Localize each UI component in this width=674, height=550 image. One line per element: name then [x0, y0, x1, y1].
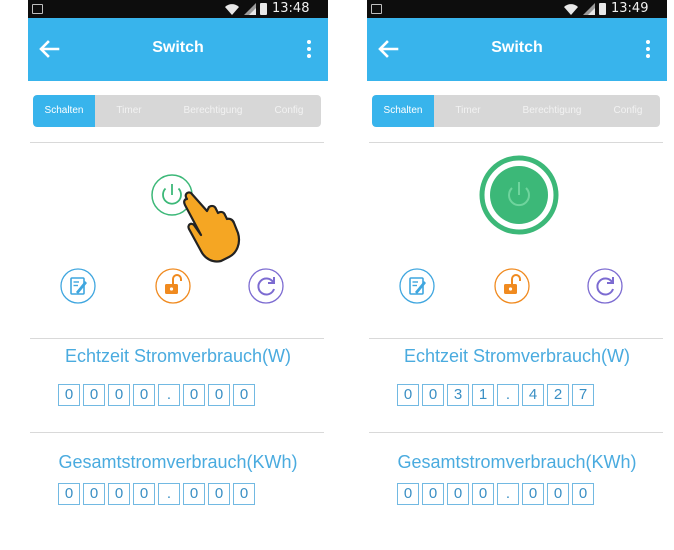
signal-icon [583, 3, 595, 15]
unlock-icon[interactable] [493, 267, 531, 305]
tab-timer[interactable]: Timer [434, 95, 502, 127]
digit-cell: 0 [83, 483, 105, 505]
digit-cell: 0 [522, 483, 544, 505]
more-vert-icon[interactable] [645, 40, 651, 60]
divider [369, 432, 663, 433]
digit-cell: 2 [547, 384, 569, 406]
battery-icon [599, 3, 606, 15]
digit-cell: 0 [83, 384, 105, 406]
tab-berechtigung[interactable]: Berechtigung [518, 95, 586, 127]
total-digits: 0 0 0 0 . 0 0 0 [397, 483, 637, 505]
battery-icon [260, 3, 267, 15]
wifi-icon [564, 4, 578, 15]
digit-cell: 0 [233, 483, 255, 505]
digit-cell: 0 [133, 483, 155, 505]
digit-cell: 0 [447, 483, 469, 505]
status-time: 13:48 [272, 1, 310, 16]
tab-config[interactable]: Config [257, 95, 321, 127]
realtime-digits: 0 0 3 1 . 4 2 7 [397, 384, 637, 406]
page-title: Switch [152, 39, 204, 56]
tap-hand-icon [183, 191, 241, 263]
realtime-digits: 0 0 0 0 . 0 0 0 [58, 384, 298, 406]
decimal-point-cell: . [158, 384, 180, 406]
divider [30, 338, 324, 339]
digit-cell: 0 [422, 483, 444, 505]
status-bar: 13:49 [367, 0, 667, 18]
digit-cell: 1 [472, 384, 494, 406]
tab-berechtigung[interactable]: Berechtigung [179, 95, 247, 127]
total-consumption-label: Gesamtstromverbrauch(KWh) [58, 452, 298, 472]
edit-icon[interactable] [59, 267, 97, 305]
digit-cell: 0 [572, 483, 594, 505]
tab-config[interactable]: Config [596, 95, 660, 127]
divider [369, 338, 663, 339]
digit-cell: 4 [522, 384, 544, 406]
signal-icon [244, 3, 256, 15]
digit-cell: 0 [108, 483, 130, 505]
digit-cell: 0 [183, 384, 205, 406]
tab-bar: Schalten Timer Berechtigung Config [33, 95, 321, 127]
app-bar: Switch [28, 18, 328, 81]
tab-schalten[interactable]: Schalten [33, 95, 95, 127]
digit-cell: 0 [397, 483, 419, 505]
digit-cell: 0 [233, 384, 255, 406]
decimal-point-cell: . [497, 483, 519, 505]
digit-cell: 0 [58, 384, 80, 406]
digit-cell: 0 [208, 483, 230, 505]
unlock-icon[interactable] [154, 267, 192, 305]
divider [30, 432, 324, 433]
digit-cell: 0 [183, 483, 205, 505]
digit-cell: 0 [472, 483, 494, 505]
digit-cell: 0 [397, 384, 419, 406]
page-title: Switch [491, 39, 543, 56]
more-vert-icon[interactable] [306, 40, 312, 60]
tab-timer[interactable]: Timer [95, 95, 163, 127]
divider [30, 142, 324, 143]
power-button-on[interactable] [479, 155, 559, 235]
digit-cell: 3 [447, 384, 469, 406]
tab-schalten[interactable]: Schalten [372, 95, 434, 127]
status-bar: 13:48 [28, 0, 328, 18]
digit-cell: 0 [208, 384, 230, 406]
status-time: 13:49 [611, 1, 649, 16]
decimal-point-cell: . [497, 384, 519, 406]
phone-screen-on: 13:49 Switch Schalten Timer Berechtigung… [367, 0, 667, 550]
digit-cell: 0 [58, 483, 80, 505]
tab-bar: Schalten Timer Berechtigung Config [372, 95, 660, 127]
notification-icon [371, 4, 382, 14]
decimal-point-cell: . [158, 483, 180, 505]
wifi-icon [225, 4, 239, 15]
digit-cell: 0 [133, 384, 155, 406]
total-consumption-label: Gesamtstromverbrauch(KWh) [397, 452, 637, 472]
refresh-icon[interactable] [247, 267, 285, 305]
refresh-icon[interactable] [586, 267, 624, 305]
phone-screen-off: 13:48 Switch Schalten Timer Berechtigung… [28, 0, 328, 550]
digit-cell: 0 [422, 384, 444, 406]
realtime-consumption-label: Echtzeit Stromverbrauch(W) [64, 346, 292, 366]
digit-cell: 0 [108, 384, 130, 406]
edit-icon[interactable] [398, 267, 436, 305]
notification-icon [32, 4, 43, 14]
total-digits: 0 0 0 0 . 0 0 0 [58, 483, 298, 505]
digit-cell: 0 [547, 483, 569, 505]
divider [369, 142, 663, 143]
realtime-consumption-label: Echtzeit Stromverbrauch(W) [403, 346, 631, 366]
app-bar: Switch [367, 18, 667, 81]
digit-cell: 7 [572, 384, 594, 406]
